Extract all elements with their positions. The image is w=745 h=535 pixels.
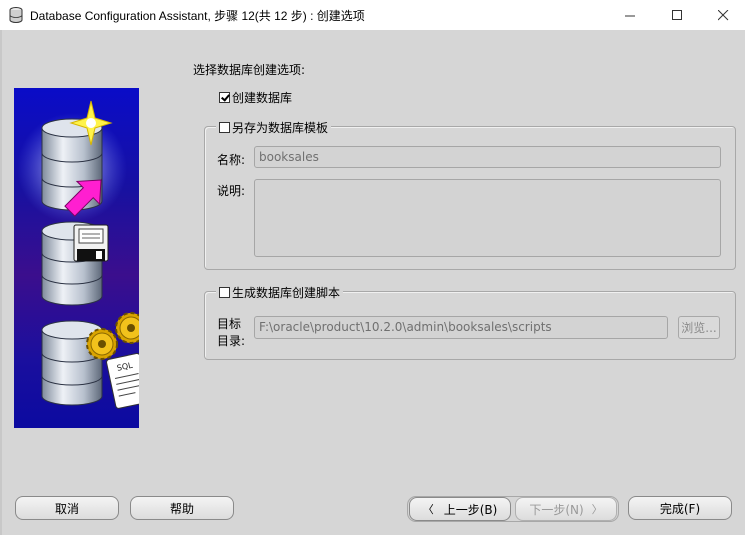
cancel-button[interactable]: 取消 [15,496,119,520]
minimize-icon [624,15,635,16]
target-directory-field[interactable]: F:\oracle\product\10.2.0\admin\booksales… [254,316,668,339]
floppy-disk-icon [73,224,109,262]
window-title: Database Configuration Assistant, 步骤 12(… [30,9,365,23]
target-directory-label-line1: 目标 [217,317,242,331]
options-heading: 选择数据库创建选项: [193,63,306,77]
gear-icon [115,312,139,344]
template-description-field[interactable] [254,179,721,257]
close-button[interactable] [700,0,745,30]
save-template-label: 另存为数据库模板 [232,121,329,135]
generate-script-label: 生成数据库创建脚本 [232,286,341,300]
create-database-label: 创建数据库 [232,91,293,105]
maximize-icon [671,9,682,20]
target-directory-label-line2: 目录: [217,334,246,348]
gear-icon [86,328,118,360]
browse-button[interactable]: 浏览... [678,316,720,339]
database-illustration: SQL [17,100,139,409]
template-name-field[interactable]: booksales [254,146,721,168]
maximize-button[interactable] [654,0,700,30]
generate-script-checkbox[interactable] [219,287,230,298]
back-button[interactable]: 〈 上一步(B) [409,497,511,521]
chevron-left-icon: 〈 [422,503,434,516]
finish-button[interactable]: 完成(F) [628,496,732,520]
save-template-option[interactable]: 另存为数据库模板 [216,119,332,136]
help-button[interactable]: 帮助 [130,496,234,520]
generate-script-option[interactable]: 生成数据库创建脚本 [216,284,344,301]
close-icon [717,9,728,20]
next-button[interactable]: 下一步(N) 〉 [515,497,617,521]
template-description-label: 说明: [217,184,246,198]
minimize-button[interactable] [607,0,653,30]
window-left-edge [0,30,2,535]
chevron-right-icon: 〉 [591,503,603,516]
create-database-checkbox[interactable] [219,92,230,103]
next-button-label: 下一步(N) [529,502,584,517]
save-template-checkbox[interactable] [219,122,230,133]
back-button-label: 上一步(B) [443,502,498,517]
create-database-option[interactable]: 创建数据库 [219,89,292,106]
template-name-label: 名称: [217,153,246,167]
wizard-side-image: SQL [14,88,139,428]
sql-script-icon: SQL [106,352,139,409]
title-bar: Database Configuration Assistant, 步骤 12(… [0,0,745,30]
database-app-icon [9,7,23,23]
